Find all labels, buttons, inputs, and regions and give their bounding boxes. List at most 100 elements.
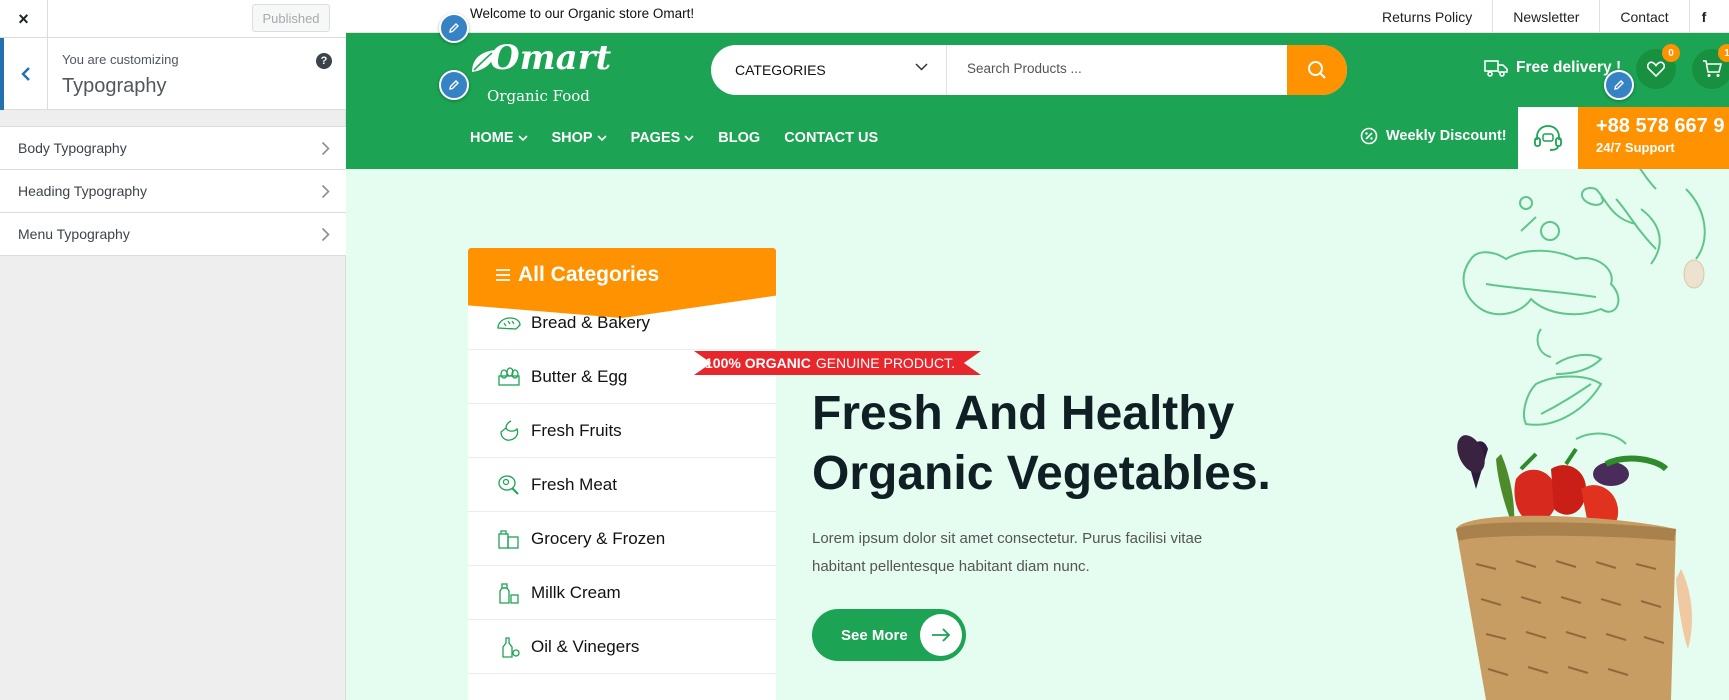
chevron-left-icon	[20, 67, 30, 81]
all-categories-title: All Categories	[518, 263, 660, 286]
nav-label: SHOP	[551, 130, 593, 146]
search-input[interactable]: Search Products ...	[967, 61, 1082, 76]
hero-section: All Categories Bread & Bakery Butter & E…	[346, 169, 1729, 700]
facebook-icon[interactable]: f	[1690, 0, 1719, 33]
headline-line: Organic Vegetables.	[812, 447, 1271, 500]
chevron-down-icon	[517, 135, 528, 141]
weekly-discount-text: Weekly Discount!	[1386, 128, 1507, 144]
categories-label: CATEGORIES	[735, 62, 826, 78]
headline-line: Fresh And Healthy	[812, 387, 1235, 440]
headset-icon	[1518, 107, 1578, 169]
customizer-section-header: You are customizing Typography ?	[0, 38, 346, 110]
nav-item-blog[interactable]: BLOG	[718, 130, 760, 146]
chevron-down-icon	[597, 135, 607, 141]
wishlist-count-badge: 0	[1662, 44, 1680, 62]
category-label: Oil & Vinegers	[531, 636, 640, 656]
category-milk-cream[interactable]: Millk Cream	[468, 566, 776, 620]
chevron-right-icon	[321, 184, 330, 199]
delivery-text: Free delivery !	[1516, 59, 1622, 76]
chevron-right-icon	[321, 141, 330, 156]
back-button[interactable]	[0, 38, 48, 110]
support-phone[interactable]: +88 578 667 9 24/7 Support	[1578, 107, 1729, 169]
category-label: Bread & Bakery	[531, 312, 651, 332]
weekly-discount[interactable]: Weekly Discount!	[1360, 127, 1507, 145]
hero-headline: Fresh And Healthy Organic Vegetables.	[812, 384, 1332, 504]
chevron-down-icon	[915, 63, 928, 71]
organic-ribbon: 100% ORGANIC GENUINE PRODUCT.	[694, 351, 982, 375]
site-header: Omart Organic Food CATEGORIES Search Pro…	[346, 33, 1729, 107]
category-grocery-frozen[interactable]: Grocery & Frozen	[468, 512, 776, 566]
help-icon[interactable]: ?	[316, 53, 332, 69]
nav-label: PAGES	[630, 130, 681, 146]
nav-item-contact[interactable]: CONTACT US	[784, 130, 878, 146]
main-navigation: HOME SHOP PAGES BLOG CONTACT US Weekly D…	[346, 107, 1729, 169]
meat-icon	[498, 474, 519, 495]
chevron-right-icon	[321, 227, 330, 242]
site-topbar: Welcome to our Organic store Omart! Retu…	[346, 0, 1729, 33]
welcome-text: Welcome to our Organic store Omart!	[470, 6, 695, 21]
customizer-section-list: Body Typography Heading Typography Menu …	[0, 126, 346, 256]
arrow-right-icon	[920, 614, 962, 656]
phone-number: +88 578 667 9	[1596, 115, 1725, 137]
ribbon-bold: 100% ORGANIC	[705, 355, 811, 371]
newsletter-link[interactable]: Newsletter	[1493, 0, 1601, 33]
category-label: Fresh Meat	[531, 474, 617, 494]
cart-icon	[1703, 60, 1722, 77]
wishlist-button[interactable]: 0	[1636, 44, 1680, 89]
site-logo[interactable]: Omart Organic Food	[470, 38, 611, 105]
search-button[interactable]	[1287, 45, 1347, 95]
section-body-typography[interactable]: Body Typography	[0, 126, 346, 170]
ribbon-text: GENUINE PRODUCT.	[815, 355, 956, 371]
logo-name: Omart	[490, 38, 612, 78]
section-label: Body Typography	[18, 140, 127, 156]
close-icon[interactable]: ×	[0, 0, 48, 38]
category-label: Millk Cream	[531, 582, 621, 602]
nav-item-home[interactable]: HOME	[470, 130, 528, 146]
discount-icon	[1360, 127, 1378, 145]
nav-menu: HOME SHOP PAGES BLOG CONTACT US	[470, 107, 902, 169]
nav-item-pages[interactable]: PAGES	[631, 130, 695, 146]
edit-shortcut-pencil-icon[interactable]	[1604, 70, 1634, 100]
support-label: 24/7 Support	[1596, 140, 1675, 155]
category-bread-bakery[interactable]: Bread & Bakery	[468, 296, 776, 350]
category-fresh-meat[interactable]: Fresh Meat	[468, 458, 776, 512]
edit-shortcut-pencil-icon[interactable]	[439, 70, 469, 100]
top-links: Returns Policy Newsletter Contact f	[1382, 0, 1718, 33]
egg-box-icon	[498, 366, 520, 386]
chevron-down-icon	[684, 135, 694, 141]
see-more-label: See More	[841, 626, 908, 644]
category-oil-vinegers[interactable]: Oil & Vinegers	[468, 620, 776, 674]
section-title: Typography	[62, 75, 167, 97]
fruit-icon	[500, 419, 519, 441]
logo-subtitle: Organic Food	[487, 87, 590, 105]
search-icon	[1308, 61, 1326, 79]
returns-policy-link[interactable]: Returns Policy	[1382, 0, 1494, 33]
categories-dropdown[interactable]: CATEGORIES	[711, 45, 947, 95]
truck-icon	[1484, 60, 1508, 77]
search-bar: CATEGORIES Search Products ...	[711, 45, 1347, 95]
hero-description: Lorem ipsum dolor sit amet consectetur. …	[812, 530, 1203, 575]
nav-label: HOME	[470, 130, 514, 146]
section-menu-typography[interactable]: Menu Typography	[0, 212, 346, 256]
see-more-button[interactable]: See More	[812, 609, 966, 661]
contact-link[interactable]: Contact	[1600, 0, 1690, 33]
oil-bottle-icon	[502, 636, 520, 658]
nav-item-shop[interactable]: SHOP	[552, 130, 607, 146]
section-heading-typography[interactable]: Heading Typography	[0, 169, 346, 213]
cart-button[interactable]: 1	[1692, 44, 1729, 89]
section-label: Heading Typography	[18, 183, 147, 199]
category-label: Grocery & Frozen	[531, 528, 666, 548]
grocery-icon	[498, 529, 519, 549]
heart-icon	[1647, 61, 1665, 77]
site-preview: Welcome to our Organic store Omart! Retu…	[346, 0, 1729, 700]
bread-icon	[497, 316, 521, 330]
edit-shortcut-pencil-icon[interactable]	[439, 13, 469, 43]
cart-count-badge: 1	[1718, 44, 1729, 62]
all-categories-box: All Categories Bread & Bakery Butter & E…	[468, 248, 776, 700]
customizer-panel: × Published You are customizing Typograp…	[0, 0, 346, 700]
category-fresh-fruits[interactable]: Fresh Fruits	[468, 404, 776, 458]
customizer-topbar: × Published	[0, 0, 346, 38]
customizing-label: You are customizing	[62, 52, 179, 67]
published-button[interactable]: Published	[252, 4, 330, 32]
section-label: Menu Typography	[18, 226, 130, 242]
